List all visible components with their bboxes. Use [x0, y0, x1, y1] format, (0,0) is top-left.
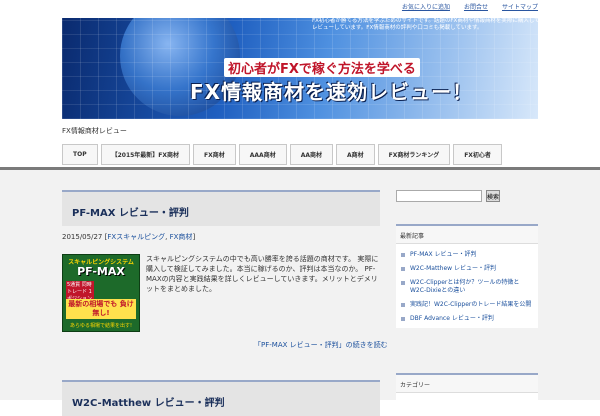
- widget-title: カテゴリー: [396, 375, 538, 393]
- recent-posts-widget: 最新記事 PF-MAX レビュー・評判 W2C-Matthew レビュー・評判 …: [396, 224, 538, 328]
- site-tagline: FX情報商材レビュー: [62, 127, 127, 135]
- list-item[interactable]: 実践記！W2C-Clipperのトレード結果を公開: [400, 298, 534, 312]
- widget-title: 最新記事: [396, 226, 538, 244]
- nav-item-ranking[interactable]: FX商材ランキング: [377, 144, 451, 165]
- thumb-product-name: PF-MAX: [77, 265, 125, 278]
- search-form: 検索: [396, 190, 538, 202]
- post-title: W2C-Matthew レビュー・評判: [62, 380, 380, 416]
- category-widget: カテゴリー: [396, 373, 538, 403]
- banner-title: FX情報商材を速効レビュー！: [190, 80, 474, 104]
- post-excerpt: スキャルピングシステムの中でも高い勝率を誇る話題の商材です。 実際に購入して検証…: [146, 255, 379, 293]
- top-links: お気に入りに追加 お問合せ サイトマップ: [402, 2, 538, 11]
- search-input[interactable]: [396, 190, 482, 202]
- post-title-link[interactable]: PF-MAX レビュー・評判: [72, 208, 189, 219]
- search-button[interactable]: 検索: [486, 190, 500, 202]
- recent-posts-list: PF-MAX レビュー・評判 W2C-Matthew レビュー・評判 W2C-C…: [396, 244, 538, 328]
- list-item[interactable]: PF-MAX レビュー・評判: [400, 248, 534, 262]
- post-article: PF-MAX レビュー・評判 2015/05/27 [FXスキャルピング, FX…: [62, 190, 380, 332]
- post-title: PF-MAX レビュー・評判: [62, 190, 380, 226]
- recent-post-link[interactable]: 実践記！W2C-Clipperのトレード結果を公開: [410, 301, 531, 308]
- post-body: スキャルピングシステム PF-MAX 5通貨 同時トレード 1ポジション 利益確…: [62, 254, 380, 332]
- category-link[interactable]: FXスキャルピング: [107, 233, 165, 241]
- read-more-link[interactable]: 「PF-MAX レビュー・評判」の続きを読む: [254, 340, 388, 350]
- nav-item-2015-latest[interactable]: 【2015年最新】FX商材: [100, 144, 191, 165]
- thumb-headline: 最新の相場でも 負け無し!: [66, 299, 136, 319]
- product-thumbnail[interactable]: スキャルピングシステム PF-MAX 5通貨 同時トレード 1ポジション 利益確…: [62, 254, 140, 332]
- nav-item-aaa[interactable]: AAA商材: [238, 144, 287, 165]
- nav-item-top[interactable]: TOP: [62, 144, 98, 165]
- post-meta: 2015/05/27 [FXスキャルピング, FX商材]: [62, 233, 196, 241]
- nav-item-fx[interactable]: FX商材: [193, 144, 236, 165]
- list-item[interactable]: DBF Advance レビュー・評判: [400, 312, 534, 326]
- post-date: 2015/05/27: [62, 233, 103, 241]
- top-link-favorite[interactable]: お気に入りに追加: [402, 2, 450, 11]
- recent-post-link[interactable]: DBF Advance レビュー・評判: [410, 315, 494, 322]
- recent-post-link[interactable]: W2C-Matthew レビュー・評判: [410, 265, 496, 272]
- nav-item-beginner[interactable]: FX初心者: [453, 144, 502, 165]
- global-nav: TOP 【2015年最新】FX商材 FX商材 AAA商材 AA商材 A商材 FX…: [62, 144, 538, 166]
- list-item[interactable]: W2C-Clipperとは何か？ツールの特徴とW2C-Dixieとの違い: [400, 276, 534, 298]
- top-link-contact[interactable]: お問合せ: [464, 2, 488, 11]
- nav-item-aa[interactable]: AA商材: [289, 144, 333, 165]
- header-banner[interactable]: FX初心者が勝てる方法を学ぶためのサイトです。話題のFX商材や情報商材を実際に購…: [62, 18, 538, 119]
- category-link[interactable]: FX商材: [170, 233, 193, 241]
- recent-post-link[interactable]: PF-MAX レビュー・評判: [410, 251, 477, 258]
- sidebar: 検索 最新記事 PF-MAX レビュー・評判 W2C-Matthew レビュー・…: [396, 190, 538, 403]
- nav-item-a[interactable]: A商材: [336, 144, 375, 165]
- thumb-footer: あらゆる相場で結果を出す!: [69, 323, 132, 329]
- banner-subtitle: 初心者がFXで稼ぐ方法を学べる: [224, 58, 420, 77]
- recent-post-link[interactable]: W2C-Clipperとは何か？ツールの特徴とW2C-Dixieとの違い: [410, 279, 519, 294]
- banner-description: FX初心者が勝てる方法を学ぶためのサイトです。話題のFX商材や情報商材を実際に購…: [312, 18, 538, 31]
- top-link-sitemap[interactable]: サイトマップ: [502, 2, 538, 11]
- list-item[interactable]: W2C-Matthew レビュー・評判: [400, 262, 534, 276]
- post-article: W2C-Matthew レビュー・評判: [62, 380, 380, 416]
